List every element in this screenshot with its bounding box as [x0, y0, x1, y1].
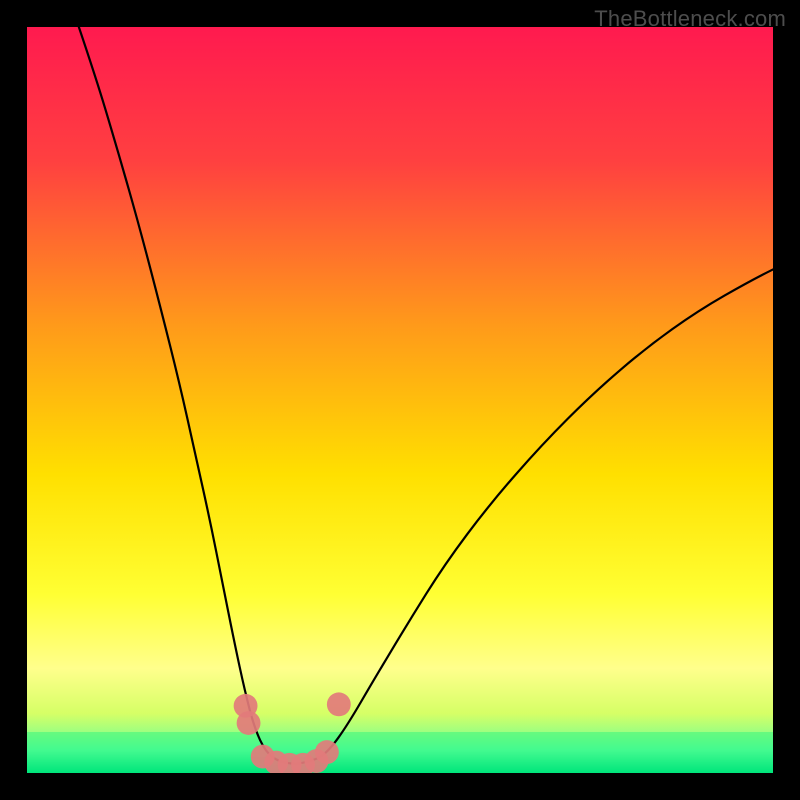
chart-background	[27, 27, 773, 773]
watermark-text: TheBottleneck.com	[594, 6, 786, 32]
chart-frame: TheBottleneck.com	[0, 0, 800, 800]
green-band	[27, 732, 773, 773]
marker-cluster-right-dot	[327, 692, 351, 716]
chart-plot-area	[27, 27, 773, 773]
chart-svg	[27, 27, 773, 773]
